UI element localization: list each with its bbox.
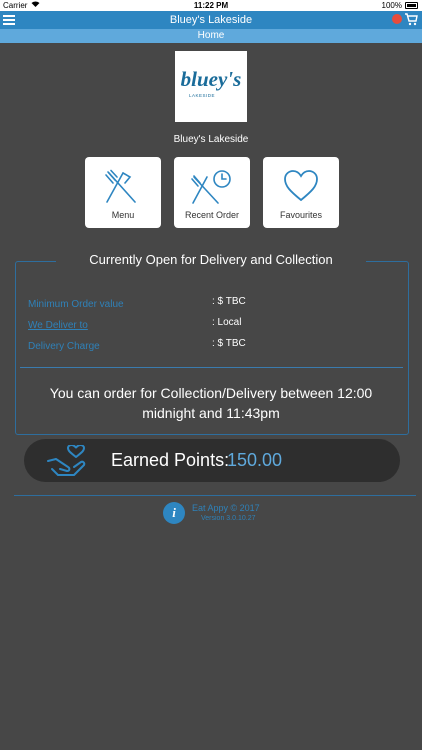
version-text: Version 3.0.10.27 xyxy=(201,515,256,522)
recent-order-tile[interactable]: Recent Order xyxy=(174,157,250,228)
menu-tile[interactable]: Menu xyxy=(85,157,161,228)
info-icon[interactable]: i xyxy=(163,502,185,524)
status-bar: Carrier 11:22 PM 100% xyxy=(0,0,422,11)
recent-order-tile-label: Recent Order xyxy=(184,210,240,220)
logo-subtitle: LAKESIDE xyxy=(189,93,216,98)
fork-knife-icon xyxy=(85,169,161,205)
deliver-to-link[interactable]: We Deliver to xyxy=(28,320,88,331)
battery-icon xyxy=(405,2,418,9)
restaurant-logo: bluey's LAKESIDE xyxy=(175,51,247,122)
copyright-text: Eat Appy © 2017 xyxy=(192,503,260,513)
hand-heart-icon xyxy=(46,444,88,482)
order-hours-text: You can order for Collection/Delivery be… xyxy=(49,385,373,421)
open-status-heading: Currently Open for Delivery and Collecti… xyxy=(56,249,366,271)
cart-badge xyxy=(392,14,402,24)
subheader: Home xyxy=(0,29,422,43)
subheader-label: Home xyxy=(197,30,225,41)
panel-divider xyxy=(20,367,403,368)
cart-button[interactable] xyxy=(392,12,418,28)
favourites-tile-label: Favourites xyxy=(279,210,323,220)
menu-tile-label: Menu xyxy=(111,210,135,220)
nav-bar: Bluey's Lakeside xyxy=(0,11,422,29)
fork-knife-clock-icon xyxy=(174,169,250,205)
earned-points-label: Earned Points: xyxy=(111,450,230,470)
delivery-charge-value: : $ TBC xyxy=(212,338,246,349)
heart-icon xyxy=(263,169,339,205)
deliver-to-value: : Local xyxy=(212,317,242,328)
min-order-label: Minimum Order value xyxy=(28,299,124,310)
delivery-charge-label: Delivery Charge xyxy=(28,341,100,352)
restaurant-name: Bluey's Lakeside xyxy=(173,134,249,145)
clock: 11:22 PM xyxy=(193,1,229,10)
footer-divider xyxy=(14,495,416,496)
earned-points-value: 150.00 xyxy=(227,450,283,470)
logo-wordmark: bluey's xyxy=(180,67,242,91)
battery-percent: 100% xyxy=(381,1,402,10)
favourites-tile[interactable]: Favourites xyxy=(263,157,339,228)
earned-points-banner[interactable]: Earned Points: 150.00 xyxy=(24,439,400,482)
min-order-value: : $ TBC xyxy=(212,296,246,307)
nav-title: Bluey's Lakeside xyxy=(169,14,253,26)
